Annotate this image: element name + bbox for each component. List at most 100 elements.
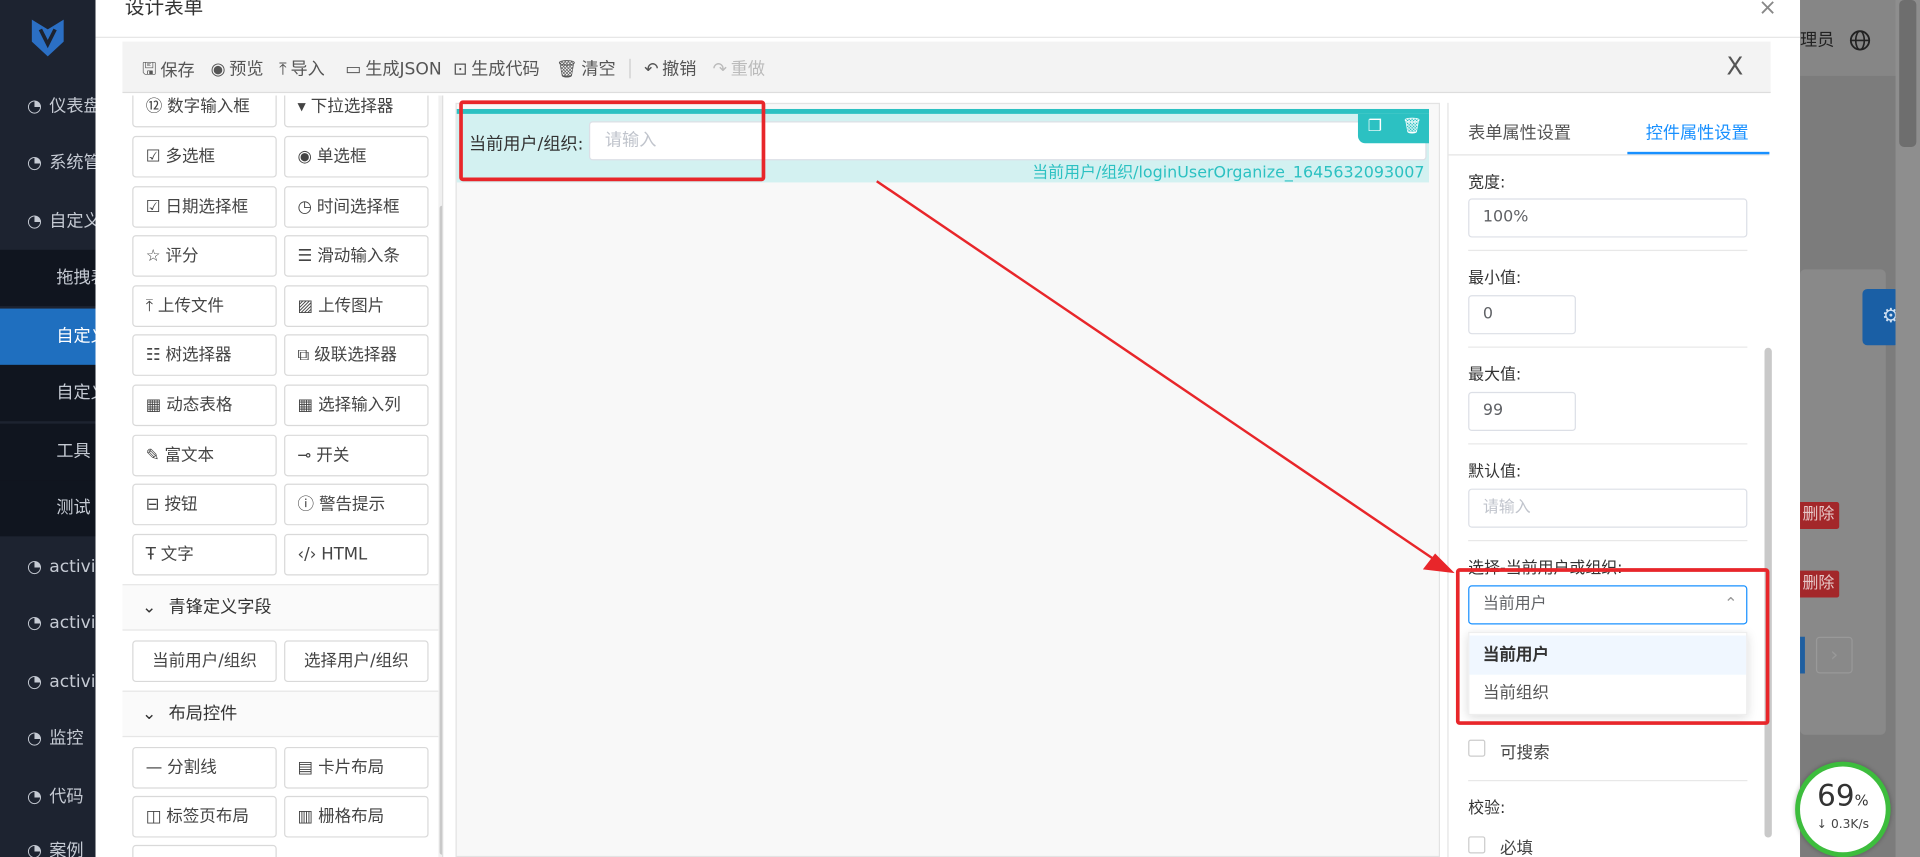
- user-name-label[interactable]: 理员: [1800, 27, 1834, 51]
- component-cascader[interactable]: ⧉ 级联选择器: [284, 334, 429, 376]
- pagination-next-icon[interactable]: ›: [1815, 636, 1853, 674]
- component-checkbox[interactable]: ☑ 多选框: [132, 135, 277, 178]
- component-date-picker[interactable]: ☑ 日期选择框: [132, 186, 277, 228]
- import-button[interactable]: ⤒ 导入: [279, 56, 325, 80]
- sidebar-subitem-test[interactable]: 测试: [0, 480, 96, 537]
- network-percent: 69%: [1817, 778, 1869, 814]
- sidebar-item-activiti-3[interactable]: ◔activiti: [0, 654, 96, 710]
- undo-button[interactable]: ↶ 撤销: [644, 56, 696, 80]
- pagination-current[interactable]: [1800, 636, 1805, 674]
- component-alert[interactable]: ⓘ 警告提示: [284, 483, 429, 526]
- component-upload-file[interactable]: ⤒ 上传文件: [132, 285, 277, 327]
- network-speed-widget[interactable]: 69% ↓ 0.3K/s: [1795, 761, 1891, 857]
- component-more[interactable]: [132, 844, 277, 857]
- page-scrollbar-thumb[interactable]: [1899, 0, 1917, 147]
- component-switch[interactable]: ⊸ 开关: [284, 434, 429, 477]
- button-icon: ⊟: [145, 494, 160, 515]
- chevron-down-icon: ⌄: [142, 597, 157, 618]
- component-button[interactable]: ⊟ 按钮: [132, 483, 277, 526]
- redo-button[interactable]: ↷ 重做: [713, 56, 765, 80]
- sidebar-subitem-custom2[interactable]: 自定义: [0, 364, 96, 422]
- designer-toolbar: 🖫 保存 ◉ 预览 ⤒ 导入 ▭ 生成JSON ⊡ 生成代码 🗑 清空 ↶ 撤销 ↷ 重做 X: [122, 41, 1771, 94]
- dashboard-icon: ◔: [26, 96, 42, 117]
- component-rate[interactable]: ☆ 评分: [132, 235, 277, 277]
- design-canvas[interactable]: 当前用户/组织: 请输入 当前用户/组织/loginUserOrganize_1…: [455, 102, 1441, 857]
- properties-panel: 表单属性设置 控件属性设置 宽度: 100% 最小值: 0 最大值: 99 默认…: [1447, 102, 1772, 857]
- sidebar-item-case[interactable]: ◔ 案例: [0, 823, 96, 857]
- sidebar-subitem-drag[interactable]: 拖拽表单: [0, 249, 96, 307]
- component-select-user-org[interactable]: 选择用户/组织: [284, 640, 429, 683]
- component-dynamic-table[interactable]: ▦ 动态表格: [132, 384, 277, 427]
- component-tabs-layout[interactable]: ◫ 标签页布局: [132, 795, 277, 838]
- component-current-user-org[interactable]: 当前用户/组织: [132, 640, 277, 683]
- sidebar-item-code[interactable]: ◔ 代码: [0, 769, 96, 825]
- save-icon: 🖫: [142, 60, 157, 80]
- checkbox-icon: ☑: [145, 146, 161, 167]
- component-card-layout[interactable]: ▤ 卡片布局: [284, 746, 429, 789]
- dropdown-icon: ▾: [297, 96, 306, 117]
- sidebar-item-activiti-2[interactable]: ◔activiti: [0, 595, 96, 651]
- component-text[interactable]: Ŧ 文字: [132, 533, 277, 576]
- component-rich-text[interactable]: ✎ 富文本: [132, 434, 277, 477]
- component-html[interactable]: ‹/› HTML: [284, 533, 429, 576]
- eye-icon: ◉: [210, 60, 226, 80]
- table-icon: ▦: [145, 395, 162, 416]
- grid-icon: ▥: [297, 806, 314, 827]
- section-layout-controls[interactable]: ⌄ 布局控件: [122, 690, 439, 738]
- sidebar-item-monitor[interactable]: ◔ 监控: [0, 710, 96, 766]
- tab-form-properties[interactable]: 表单属性设置: [1468, 120, 1571, 144]
- richtext-icon: ✎: [145, 445, 160, 466]
- table-icon: ▦: [297, 395, 314, 416]
- sidebar-item-activiti-1[interactable]: ◔activiti: [0, 539, 96, 595]
- sidebar-subitem-custom-form[interactable]: 自定义表单: [0, 308, 96, 365]
- generate-code-button[interactable]: ⊡ 生成代码: [453, 56, 540, 80]
- tab-control-properties[interactable]: 控件属性设置: [1646, 120, 1749, 144]
- copy-icon[interactable]: ❐: [1368, 118, 1382, 136]
- dialog-divider: [95, 36, 1801, 38]
- sidebar-item-system[interactable]: ◔系统管理: [0, 135, 96, 191]
- section-custom-fields[interactable]: ⌄ 青锋定义字段: [122, 584, 439, 631]
- sidebar-item-dashboard[interactable]: ◔仪表盘: [0, 78, 96, 134]
- component-select-input-column[interactable]: ▦ 选择输入列: [284, 384, 429, 427]
- dialog-title: 设计表单: [124, 0, 204, 19]
- component-time-picker[interactable]: ◷ 时间选择框: [284, 186, 429, 228]
- component-radio[interactable]: ◉ 单选框: [284, 135, 429, 178]
- component-divider[interactable]: — 分割线: [132, 746, 277, 789]
- validation-label: 校验:: [1468, 799, 1506, 818]
- generate-json-button[interactable]: ▭ 生成JSON: [345, 56, 441, 80]
- download-arrow-icon: ↓: [1816, 817, 1828, 832]
- trash-icon[interactable]: 🗑: [1402, 118, 1422, 136]
- field-toolbox: ❐ 🗑: [1357, 113, 1429, 144]
- component-upload-image[interactable]: ▨ 上传图片: [284, 285, 429, 327]
- dialog-close-icon[interactable]: ×: [1758, 0, 1776, 21]
- component-grid-layout[interactable]: ▥ 栅格布局: [284, 795, 429, 838]
- max-value-input[interactable]: 99: [1468, 391, 1576, 432]
- delete-button[interactable]: 删除: [1797, 570, 1840, 598]
- clear-button[interactable]: 🗑 清空: [556, 56, 616, 80]
- image-icon: ▨: [297, 296, 314, 316]
- min-value-input[interactable]: 0: [1468, 295, 1576, 335]
- component-select[interactable]: ▾ 下拉选择器: [284, 95, 429, 128]
- switch-icon: ⊸: [297, 445, 312, 466]
- component-slider[interactable]: ☰ 滑动输入条: [284, 235, 429, 277]
- dashboard-icon: ◔: [26, 728, 42, 749]
- sidebar-item-custom[interactable]: ◔自定义: [0, 193, 96, 249]
- default-value-input[interactable]: 请输入: [1468, 488, 1748, 528]
- component-tree-select[interactable]: ☷ 树选择器: [132, 334, 277, 376]
- prop-divider: [1468, 443, 1748, 445]
- required-checkbox[interactable]: [1468, 836, 1486, 854]
- preview-button[interactable]: ◉ 预览: [211, 56, 264, 80]
- width-input[interactable]: 100%: [1468, 198, 1748, 238]
- component-panel-scrollbar-thumb[interactable]: [439, 205, 443, 855]
- searchable-checkbox[interactable]: [1468, 739, 1486, 757]
- settings-float-button[interactable]: ⚙: [1862, 288, 1900, 346]
- sidebar-subitem-tools[interactable]: 工具: [0, 423, 96, 481]
- delete-button[interactable]: 删除: [1797, 502, 1840, 529]
- toolbar-divider: [629, 58, 631, 79]
- trash-icon: 🗑: [555, 60, 578, 80]
- save-button[interactable]: 🖫 保存: [142, 56, 195, 85]
- designer-close-icon[interactable]: X: [1727, 51, 1744, 80]
- component-number-input[interactable]: ⑫ 数字输入框: [132, 95, 277, 128]
- globe-icon[interactable]: [1849, 29, 1871, 51]
- app-sidebar: ◔仪表盘 ◔系统管理 ◔自定义 拖拽表单 自定义表单 自定义 工具 测试 ◔ac…: [0, 0, 96, 857]
